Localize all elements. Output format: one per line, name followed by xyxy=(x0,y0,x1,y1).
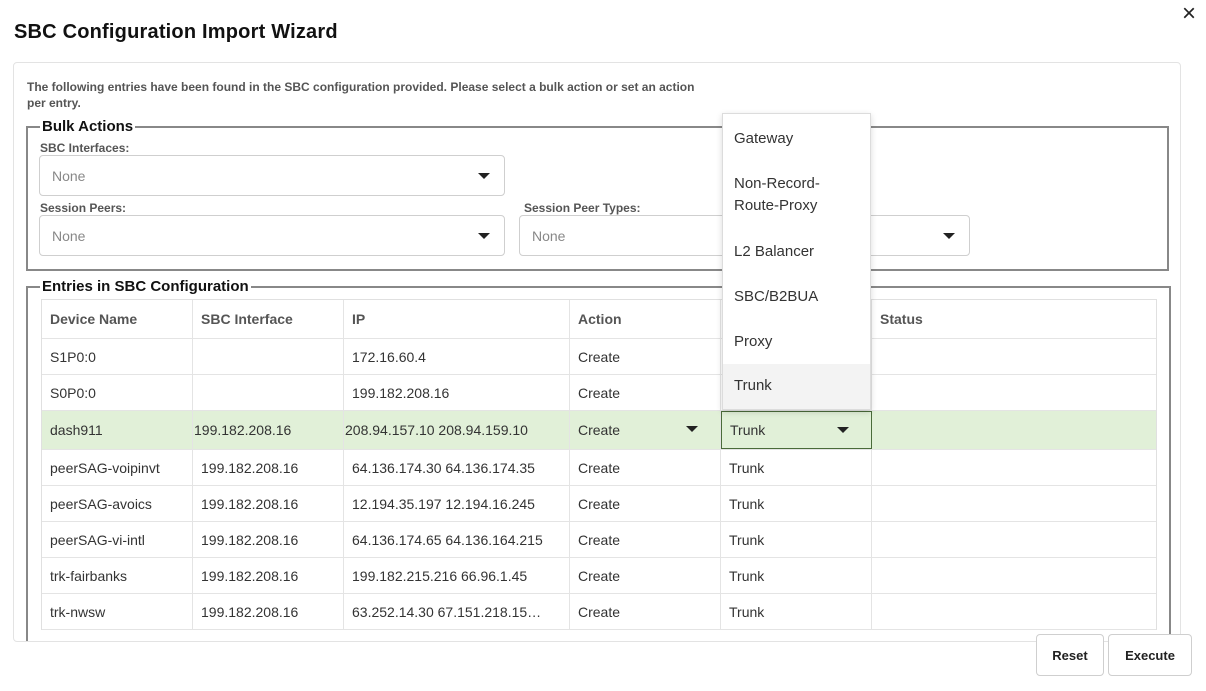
device-name-cell: peerSAG-avoics xyxy=(42,486,193,521)
dropdown-option[interactable]: SBC/B2BUA xyxy=(723,286,870,308)
ip-cell: 12.194.35.197 12.194.16.245 xyxy=(344,486,570,521)
chevron-down-icon[interactable] xyxy=(837,427,849,433)
sbc-interfaces-select[interactable]: None xyxy=(39,155,505,196)
status-cell xyxy=(872,450,1156,485)
sbc-interface-cell: 199.182.208.16 xyxy=(193,522,344,557)
action-select-value: Create xyxy=(578,422,621,438)
chevron-down-icon xyxy=(478,173,490,179)
table-row[interactable]: trk-nwsw 199.182.208.16 63.252.14.30 67.… xyxy=(42,594,1156,630)
column-header[interactable]: SBC Interface xyxy=(193,300,344,338)
status-cell xyxy=(872,594,1156,629)
session-peers-select[interactable]: None xyxy=(39,215,505,256)
peer-type-dropdown-menu: Gateway Non-Record-Route-Proxy L2 Balanc… xyxy=(722,113,871,410)
close-icon[interactable]: × xyxy=(1182,2,1196,26)
ip-cell: 172.16.60.4 xyxy=(344,339,570,374)
ip-cell: 64.136.174.30 64.136.174.35 xyxy=(344,450,570,485)
entries-table: Device Name SBC Interface IP Action Stat… xyxy=(41,299,1157,630)
action-cell[interactable]: Create xyxy=(570,375,721,410)
sbc-interface-cell: 199.182.208.16 xyxy=(193,558,344,593)
dropdown-option[interactable]: L2 Balancer xyxy=(723,241,870,263)
type-cell[interactable]: Trunk xyxy=(721,594,872,629)
status-cell xyxy=(872,339,1156,374)
sbc-interface-cell: 199.182.208.16 xyxy=(193,594,344,629)
action-select[interactable]: Create xyxy=(570,411,721,449)
device-name-cell: S1P0:0 xyxy=(42,339,193,374)
peer-type-select-value: Trunk xyxy=(730,422,766,438)
dropdown-option[interactable]: Proxy xyxy=(723,331,870,353)
device-name-cell: trk-fairbanks xyxy=(42,558,193,593)
dropdown-option[interactable]: Non-Record-Route-Proxy xyxy=(723,173,870,217)
table-row[interactable]: peerSAG-voipinvt 199.182.208.16 64.136.1… xyxy=(42,450,1156,486)
status-cell xyxy=(872,522,1156,557)
column-header[interactable]: Device Name xyxy=(42,300,193,338)
status-cell xyxy=(872,411,1156,449)
bulk-actions-legend: Bulk Actions xyxy=(42,118,134,135)
table-row[interactable]: S1P0:0 172.16.60.4 Create xyxy=(42,339,1156,375)
table-row[interactable]: peerSAG-vi-intl 199.182.208.16 64.136.17… xyxy=(42,522,1156,558)
entries-legend: Entries in SBC Configuration xyxy=(42,278,249,295)
table-row-selected[interactable]: dash911 199.182.208.16 208.94.157.10 208… xyxy=(42,411,1156,450)
dropdown-option-highlighted[interactable]: Trunk xyxy=(723,364,870,409)
dropdown-option[interactable]: Gateway xyxy=(723,128,870,150)
column-header[interactable]: Status xyxy=(872,300,1156,338)
device-name-cell: peerSAG-vi-intl xyxy=(42,522,193,557)
intro-text: The following entries have been found in… xyxy=(27,80,695,110)
action-cell[interactable]: Create xyxy=(570,450,721,485)
device-name-cell: trk-nwsw xyxy=(42,594,193,629)
session-peer-types-value: None xyxy=(532,228,566,244)
table-row[interactable]: peerSAG-avoics 199.182.208.16 12.194.35.… xyxy=(42,486,1156,522)
sbc-interface-cell xyxy=(193,339,344,374)
sbc-interfaces-label: SBC Interfaces: xyxy=(40,141,130,155)
ip-cell: 64.136.174.65 64.136.164.215 xyxy=(344,522,570,557)
action-cell[interactable]: Create xyxy=(570,594,721,629)
column-header[interactable]: Action xyxy=(570,300,721,338)
wizard-panel: The following entries have been found in… xyxy=(13,62,1181,642)
table-row[interactable]: trk-fairbanks 199.182.208.16 199.182.215… xyxy=(42,558,1156,594)
dialog-title: SBC Configuration Import Wizard xyxy=(14,21,338,43)
session-peers-value: None xyxy=(52,228,86,244)
type-cell[interactable]: Trunk xyxy=(721,558,872,593)
sbc-interface-cell: 199.182.208.16 xyxy=(193,450,344,485)
status-cell xyxy=(872,486,1156,521)
type-cell[interactable]: Trunk xyxy=(721,522,872,557)
action-cell[interactable]: Create xyxy=(570,558,721,593)
ip-cell: 199.182.208.16 xyxy=(344,375,570,410)
action-cell[interactable]: Create xyxy=(570,486,721,521)
session-peers-label: Session Peers: xyxy=(40,201,127,215)
ip-cell: 63.252.14.30 67.151.218.15… xyxy=(344,594,570,629)
table-row[interactable]: S0P0:0 199.182.208.16 Create xyxy=(42,375,1156,411)
type-cell[interactable]: Trunk xyxy=(721,486,872,521)
action-cell[interactable]: Create xyxy=(570,339,721,374)
chevron-down-icon[interactable] xyxy=(686,426,698,432)
status-cell xyxy=(872,375,1156,410)
sbc-interface-cell: 199.182.208.16 xyxy=(193,411,344,449)
device-name-cell: S0P0:0 xyxy=(42,375,193,410)
chevron-down-icon xyxy=(478,233,490,239)
sbc-interfaces-value: None xyxy=(52,168,86,184)
device-name-cell: dash911 xyxy=(42,411,193,449)
peer-type-select[interactable]: Trunk xyxy=(721,411,872,449)
device-name-cell: peerSAG-voipinvt xyxy=(42,450,193,485)
ip-cell: 199.182.215.216 66.96.1.45 xyxy=(344,558,570,593)
status-cell xyxy=(872,558,1156,593)
type-cell[interactable]: Trunk xyxy=(721,450,872,485)
ip-cell: 208.94.157.10 208.94.159.10 xyxy=(344,411,570,449)
session-peer-types-label: Session Peer Types: xyxy=(524,201,641,215)
sbc-interface-cell xyxy=(193,375,344,410)
reset-button[interactable]: Reset xyxy=(1036,634,1104,676)
chevron-down-icon xyxy=(943,233,955,239)
execute-button[interactable]: Execute xyxy=(1108,634,1192,676)
action-cell[interactable]: Create xyxy=(570,522,721,557)
sbc-interface-cell: 199.182.208.16 xyxy=(193,486,344,521)
column-header[interactable]: IP xyxy=(344,300,570,338)
table-header-row: Device Name SBC Interface IP Action Stat… xyxy=(42,299,1156,339)
